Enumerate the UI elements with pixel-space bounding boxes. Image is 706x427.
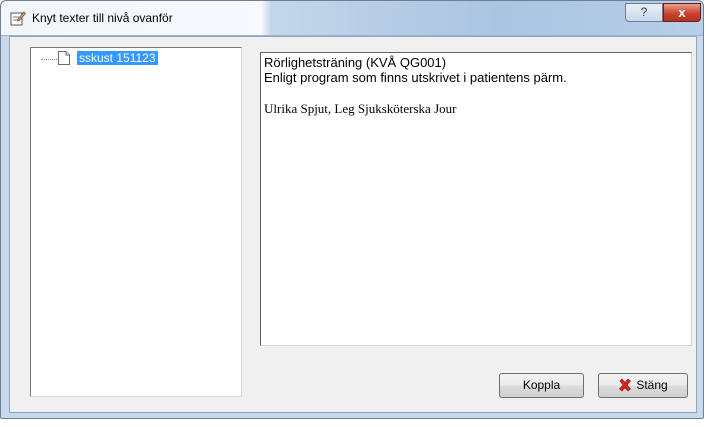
stang-label: Stäng [636, 378, 668, 392]
window-title: Knyt texter till nivå ovanför [32, 11, 173, 25]
dialog-body: sskust 151123 Rörlighetsträning (KVÅ QG0… [9, 36, 697, 413]
dialog-window: Knyt texter till nivå ovanför ? x sskust… [0, 0, 704, 419]
koppla-label: Koppla [522, 378, 561, 392]
tree-connector [41, 59, 57, 60]
koppla-button[interactable]: Koppla [499, 373, 584, 398]
signature-text: Ulrika Spjut, Leg Sjuksköterska Jour [264, 101, 457, 116]
close-button[interactable]: x [663, 3, 701, 22]
red-x-icon [619, 378, 632, 392]
tree-item-sskust[interactable]: sskust 151123 [77, 51, 158, 65]
text-line-1: Rörlighetsträning (KVÅ QG001) [264, 55, 447, 70]
text-tree[interactable]: sskust 151123 [30, 47, 242, 397]
document-icon [58, 51, 70, 65]
text-preview[interactable]: Rörlighetsträning (KVÅ QG001) Enligt pro… [260, 52, 692, 346]
text-line-2: Enligt program som finns utskrivet i pat… [264, 70, 567, 85]
edit-document-icon [10, 11, 26, 26]
stang-button[interactable]: Stäng [598, 373, 688, 398]
title-bar[interactable]: Knyt texter till nivå ovanför ? x [1, 1, 703, 36]
help-button[interactable]: ? [625, 3, 663, 22]
